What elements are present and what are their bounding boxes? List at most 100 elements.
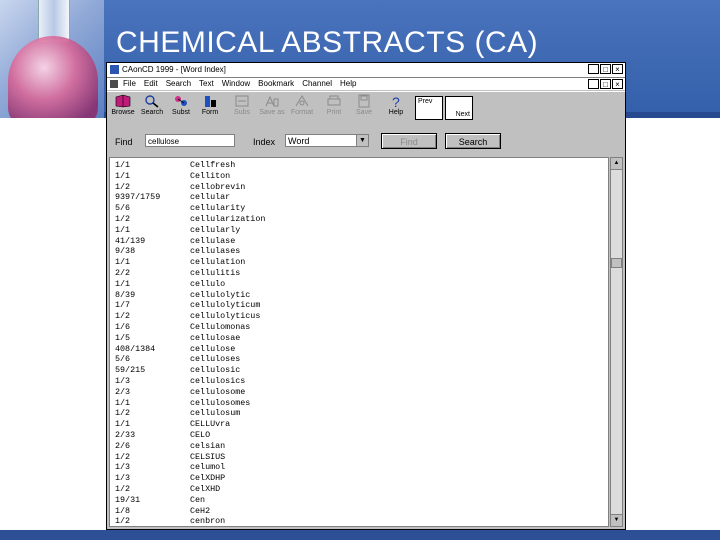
hit-count: 1/5 xyxy=(115,332,131,343)
hit-count: 5/6 xyxy=(115,203,131,214)
index-select-value: Word xyxy=(288,136,310,146)
doc-minimize-button[interactable]: _ xyxy=(588,79,599,89)
browse-button[interactable]: Browse xyxy=(110,94,136,120)
list-item[interactable]: 1/2 cenbron xyxy=(110,516,608,527)
list-item[interactable]: 1/1 cellulation xyxy=(110,257,608,268)
maximize-button[interactable]: □ xyxy=(600,64,611,74)
substance-button[interactable]: Subst xyxy=(168,94,194,120)
list-item[interactable]: 1/2 cellularization xyxy=(110,214,608,225)
list-item[interactable]: 5/6 celluloses xyxy=(110,354,608,365)
menu-file[interactable]: File xyxy=(123,78,136,90)
app-icon xyxy=(110,65,119,74)
menu-text[interactable]: Text xyxy=(199,78,214,90)
list-item[interactable]: 2/6 celsian xyxy=(110,441,608,452)
list-item[interactable]: 19/31 Cen xyxy=(110,495,608,506)
menu-bookmark[interactable]: Bookmark xyxy=(258,78,294,90)
hit-count: 1/3 xyxy=(115,376,131,386)
save-button[interactable]: Save xyxy=(351,94,377,120)
slide-title: CHEMICAL ABSTRACTS (CA) xyxy=(116,26,539,59)
list-item[interactable]: 59/215 cellulosic xyxy=(110,365,608,376)
hit-count: 1/7 xyxy=(115,300,131,311)
hit-count: 9397/1759 xyxy=(115,192,161,203)
word-index-list[interactable]: 1/1 Cellfresh 1/1 Celliton 1/2 cellobrevin 939… xyxy=(109,157,609,527)
minimize-button[interactable]: _ xyxy=(588,64,599,74)
list-item[interactable]: 1/3 cellulosics xyxy=(110,376,608,387)
chevron-down-icon[interactable]: ▼ xyxy=(356,135,368,146)
list-item[interactable]: 2/3 cellulosome xyxy=(110,387,608,398)
list-item[interactable]: 1/2 CelXHD xyxy=(110,484,608,495)
print-button[interactable]: Print xyxy=(321,94,347,120)
index-term: CeH2 xyxy=(190,505,211,516)
close-button[interactable]: × xyxy=(612,64,623,74)
hit-count: 1/2 xyxy=(115,516,131,527)
list-item[interactable]: 1/2 cellobrevin xyxy=(110,182,608,193)
list-item[interactable]: 1/5 cellulosae xyxy=(110,333,608,344)
hit-count: 1/1 xyxy=(115,170,131,181)
doc-maximize-button[interactable]: □ xyxy=(600,79,611,89)
list-item[interactable]: 1/2 cellulolyticus xyxy=(110,311,608,322)
scroll-up-icon[interactable]: ▲ xyxy=(611,158,622,170)
list-item[interactable]: 41/139 cellulase xyxy=(110,236,608,247)
menu-edit[interactable]: Edit xyxy=(144,78,158,90)
list-item[interactable]: 1/1 Cellfresh xyxy=(110,160,608,171)
index-term: cellularly xyxy=(190,224,241,235)
scroll-down-icon[interactable]: ▼ xyxy=(611,514,622,526)
doc-close-button[interactable]: × xyxy=(612,79,623,89)
search-run-button[interactable]: Search xyxy=(445,133,501,149)
hit-count: 1/1 xyxy=(115,257,131,268)
format-button[interactable]: Format xyxy=(289,94,315,120)
list-item[interactable]: 1/3 celumol xyxy=(110,462,608,473)
menu-help[interactable]: Help xyxy=(340,78,356,90)
list-item[interactable]: 1/3 CelXDHP xyxy=(110,473,608,484)
hit-count: 1/2 xyxy=(115,408,131,419)
list-item[interactable]: 1/2 CELSIUS xyxy=(110,452,608,463)
list-item[interactable]: 8/39 cellulolytic xyxy=(110,290,608,301)
next-button[interactable]: Next xyxy=(445,96,473,120)
list-item[interactable]: 1/1 Celliton xyxy=(110,171,608,182)
list-item[interactable]: 1/8 CeH2 xyxy=(110,506,608,517)
hit-count: 1/1 xyxy=(115,397,131,408)
subs-button[interactable]: Subs xyxy=(229,94,255,120)
form-button[interactable]: Form xyxy=(197,94,223,120)
prev-button[interactable]: Prev xyxy=(415,96,443,120)
index-term: celluloses xyxy=(190,354,241,365)
index-term: cellulose xyxy=(190,343,236,354)
index-term: cellulosic xyxy=(190,365,241,376)
index-term: cellulosics xyxy=(190,376,246,386)
hit-count: 59/215 xyxy=(115,365,146,376)
index-term: Cen xyxy=(190,494,206,505)
search-button[interactable]: Search xyxy=(139,94,165,120)
hit-count: 1/8 xyxy=(115,505,131,516)
window-titlebar[interactable]: CAonCD 1999 - [Word Index] _ □ × xyxy=(107,63,625,78)
list-scrollbar[interactable]: ▲ ▼ xyxy=(610,157,623,527)
menu-window[interactable]: Window xyxy=(222,78,250,90)
index-select[interactable]: Word ▼ xyxy=(285,134,369,147)
list-item[interactable]: 1/1 cellularly xyxy=(110,225,608,236)
hit-count: 1/3 xyxy=(115,462,131,473)
hit-count: 1/1 xyxy=(115,419,131,430)
hit-count: 8/39 xyxy=(115,289,136,300)
list-item[interactable]: 1/1 cellulosomes xyxy=(110,398,608,409)
list-item[interactable]: 9/38 cellulases xyxy=(110,246,608,257)
list-item[interactable]: 1/6 Cellulomonas xyxy=(110,322,608,333)
list-item[interactable]: 5/6 cellularity xyxy=(110,203,608,214)
help-button[interactable]: ? Help xyxy=(383,94,409,120)
index-term: Celliton xyxy=(190,170,231,181)
list-item[interactable]: 9397/1759 cellular xyxy=(110,192,608,203)
find-button[interactable]: Find xyxy=(381,133,437,149)
index-term: cellobrevin xyxy=(190,181,246,192)
hit-count: 2/6 xyxy=(115,440,131,451)
save-as-button[interactable]: Save as xyxy=(259,94,285,120)
list-item[interactable]: 1/1 cellulo xyxy=(110,279,608,290)
scroll-thumb[interactable] xyxy=(611,258,622,268)
menu-search[interactable]: Search xyxy=(166,78,191,90)
list-item[interactable]: 1/2 cellulosum xyxy=(110,408,608,419)
list-item[interactable]: 1/1 CELLUvra xyxy=(110,419,608,430)
list-item[interactable]: 2/2 cellulitis xyxy=(110,268,608,279)
find-input[interactable]: cellulose xyxy=(145,134,235,147)
menu-channel[interactable]: Channel xyxy=(302,78,332,90)
list-item[interactable]: 1/7 cellulolyticum xyxy=(110,300,608,311)
list-item[interactable]: 2/33 CELO xyxy=(110,430,608,441)
list-item[interactable]: 408/1384 cellulose xyxy=(110,344,608,355)
hit-count: 1/6 xyxy=(115,322,131,332)
